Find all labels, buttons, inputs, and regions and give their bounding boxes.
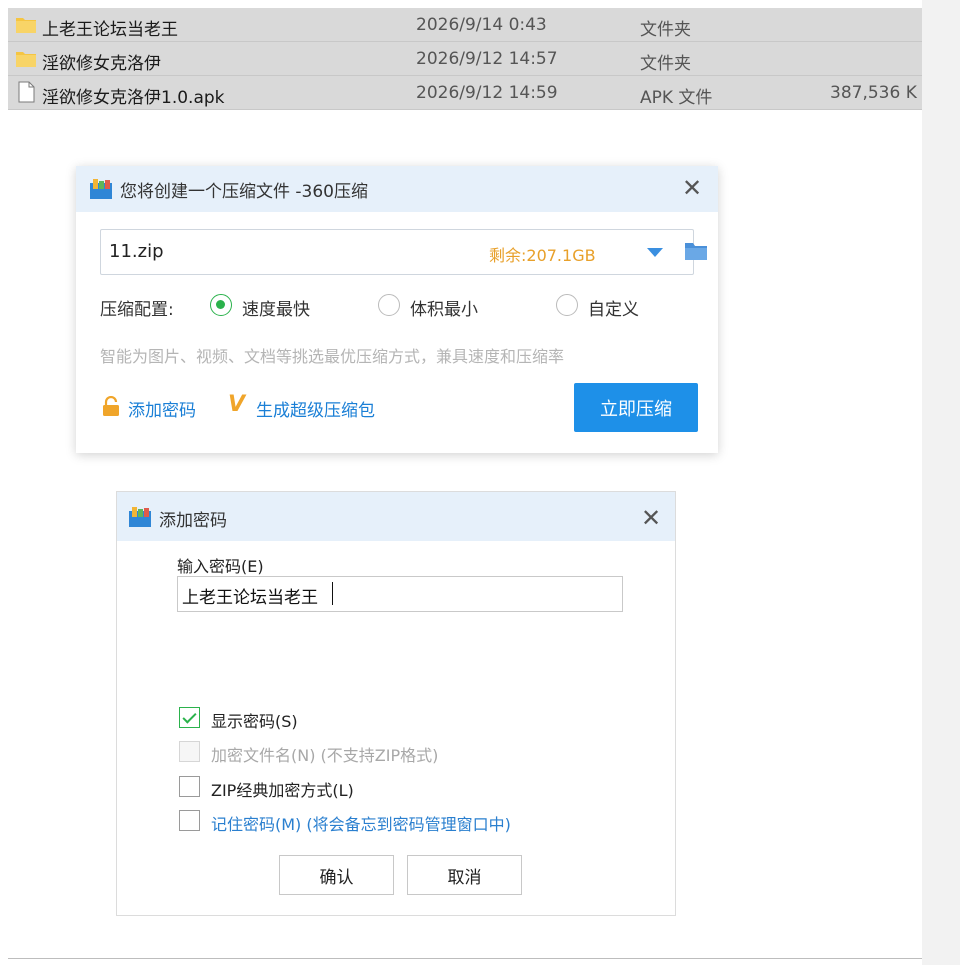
dialog-title: 您将创建一个压缩文件 -360压缩	[120, 182, 368, 202]
option-smallest-label[interactable]: 体积最小	[410, 295, 478, 320]
free-space-label: 剩余:207.1GB	[489, 246, 596, 265]
show-password-label[interactable]: 显示密码(S)	[211, 708, 298, 732]
archive-app-icon	[90, 179, 112, 199]
remember-password-checkbox[interactable]	[179, 810, 200, 831]
confirm-button[interactable]: 确认	[279, 855, 394, 895]
file-row[interactable]: 上老王论坛当老王 2026/9/14 0:43 文件夹	[8, 8, 922, 42]
option-custom-label[interactable]: 自定义	[588, 295, 639, 320]
archive-filename[interactable]: 11.zip	[109, 241, 164, 262]
super-compress-link[interactable]: 生成超级压缩包	[256, 396, 375, 421]
divider	[8, 958, 922, 959]
option-fastest-label[interactable]: 速度最快	[242, 295, 310, 320]
folder-icon	[16, 52, 36, 67]
file-date: 2026/9/14 0:43	[416, 15, 547, 35]
vip-icon: V	[228, 392, 246, 417]
file-name: 淫欲修女克洛伊1.0.apk	[42, 88, 225, 108]
remember-password-label[interactable]: 记住密码(M) (将会备忘到密码管理窗口中)	[211, 811, 511, 835]
zip-classic-label[interactable]: ZIP经典加密方式(L)	[211, 777, 354, 801]
compress-config-label: 压缩配置:	[100, 300, 174, 320]
file-type: 文件夹	[640, 54, 691, 74]
lock-icon	[103, 396, 119, 416]
compress-dialog: 您将创建一个压缩文件 -360压缩 ✕ 11.zip 剩余:207.1GB 压缩…	[76, 166, 718, 453]
dialog-titlebar[interactable]: 添加密码 ✕	[117, 492, 675, 541]
add-password-link[interactable]: 添加密码	[128, 396, 196, 421]
file-type: 文件夹	[640, 20, 691, 40]
password-input[interactable]: 上老王论坛当老王	[177, 576, 623, 612]
password-value: 上老王论坛当老王	[182, 588, 318, 608]
file-row[interactable]: 淫欲修女克洛伊 2026/9/12 14:57 文件夹	[8, 42, 922, 76]
close-icon[interactable]: ✕	[682, 176, 702, 200]
password-label: 输入密码(E)	[177, 557, 264, 576]
file-name: 上老王论坛当老王	[42, 20, 178, 40]
close-icon[interactable]: ✕	[641, 506, 661, 530]
encrypt-filenames-label: 加密文件名(N) (不支持ZIP格式)	[211, 746, 439, 765]
file-name: 淫欲修女克洛伊	[42, 54, 161, 74]
compress-now-button[interactable]: 立即压缩	[574, 383, 698, 432]
file-date: 2026/9/12 14:59	[416, 83, 558, 103]
radio-fastest[interactable]	[210, 294, 232, 316]
encrypt-filenames-checkbox	[179, 741, 200, 762]
radio-custom[interactable]	[556, 294, 578, 316]
radio-smallest[interactable]	[378, 294, 400, 316]
file-date: 2026/9/12 14:57	[416, 49, 558, 69]
file-row[interactable]: 淫欲修女克洛伊1.0.apk 2026/9/12 14:59 APK 文件 38…	[8, 76, 922, 110]
show-password-checkbox[interactable]	[179, 707, 200, 728]
compress-hint: 智能为图片、视频、文档等挑选最优压缩方式，兼具速度和压缩率	[100, 347, 565, 366]
file-icon	[18, 81, 35, 103]
dropdown-arrow-icon[interactable]	[647, 248, 663, 257]
file-list: 上老王论坛当老王 2026/9/14 0:43 文件夹 淫欲修女克洛伊 2026…	[8, 8, 922, 110]
archive-path-field[interactable]: 11.zip 剩余:207.1GB	[100, 229, 707, 275]
dialog-titlebar[interactable]: 您将创建一个压缩文件 -360压缩 ✕	[76, 166, 718, 212]
dialog-title: 添加密码	[159, 511, 227, 531]
explorer-side-panel	[922, 0, 960, 965]
zip-classic-checkbox[interactable]	[179, 776, 200, 797]
file-size: 387,536 K	[830, 83, 917, 103]
browse-folder-icon[interactable]	[685, 242, 707, 260]
cancel-button[interactable]: 取消	[407, 855, 522, 895]
text-caret	[332, 582, 333, 605]
file-type: APK 文件	[640, 88, 713, 108]
archive-app-icon	[129, 507, 151, 527]
password-dialog: 添加密码 ✕ 输入密码(E) 上老王论坛当老王 显示密码(S) 加密文件名(N)…	[116, 491, 676, 916]
folder-icon	[16, 18, 36, 33]
